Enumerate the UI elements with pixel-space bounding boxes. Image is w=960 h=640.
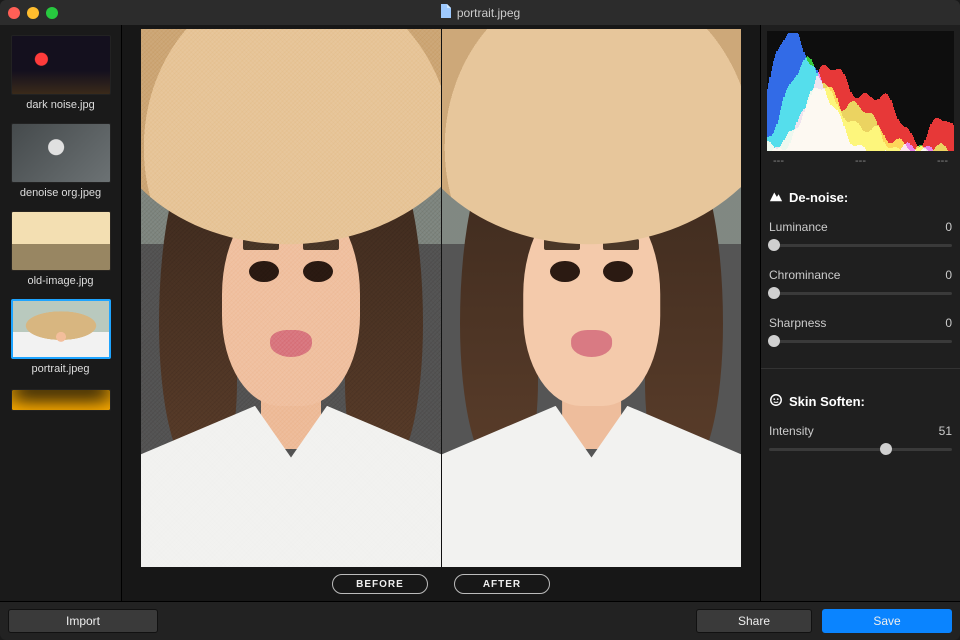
thumb-extra[interactable] [8,389,113,411]
luminance-value: 0 [945,220,952,234]
stat-c: --- [937,155,948,167]
thumb-image [11,123,111,183]
zoom-window-button[interactable] [46,7,58,19]
share-button[interactable]: Share [696,609,812,633]
intensity-param: Intensity 51 [769,424,952,456]
sharpness-label: Sharpness [769,316,826,330]
preview-wrap [122,25,760,567]
after-button[interactable]: AFTER [454,574,550,594]
luminance-label: Luminance [769,220,828,234]
thumb-label: denoise org.jpeg [20,187,101,199]
app-window: portrait.jpeg dark noise.jpg denoise org… [0,0,960,640]
close-window-button[interactable] [8,7,20,19]
thumb-label: old-image.jpg [27,275,93,287]
sharpness-slider[interactable] [769,334,952,348]
intensity-label: Intensity [769,424,814,438]
before-button[interactable]: BEFORE [332,574,428,594]
thumb-image [11,211,111,271]
before-after-pair[interactable] [141,29,741,567]
face-icon [769,393,783,410]
controls-panel: --- --- --- De-noise: Luminance 0 [760,25,960,601]
thumb-denoise-org[interactable]: denoise org.jpeg [8,123,113,199]
histogram[interactable] [767,31,954,151]
mountain-icon [769,189,783,206]
save-button[interactable]: Save [822,609,952,633]
traffic-lights [8,7,58,19]
bottom-bar: Import Share Save [0,601,960,640]
thumb-image [11,389,111,411]
thumb-label: dark noise.jpg [26,99,95,111]
skin-heading: Skin Soften: [769,393,954,410]
window-title: portrait.jpeg [457,6,520,20]
luminance-slider[interactable] [769,238,952,252]
titlebar: portrait.jpeg [0,0,960,25]
thumb-old-image[interactable]: old-image.jpg [8,211,113,287]
thumb-label: portrait.jpeg [31,363,89,375]
luminance-param: Luminance 0 [769,220,952,252]
thumb-image [11,299,111,359]
minimize-window-button[interactable] [27,7,39,19]
sharpness-value: 0 [945,316,952,330]
preview-before [141,29,441,567]
preview-after [441,29,741,567]
panel-divider [761,368,960,369]
stat-b: --- [855,155,866,167]
file-icon [440,4,452,21]
thumb-portrait[interactable]: portrait.jpeg [8,299,113,375]
intensity-value: 51 [939,424,952,438]
import-button[interactable]: Import [8,609,158,633]
preview-area: BEFORE AFTER [122,25,760,601]
histogram-stats: --- --- --- [767,151,954,175]
before-after-row: BEFORE AFTER [122,567,760,601]
stat-a: --- [773,155,784,167]
chrominance-param: Chrominance 0 [769,268,952,300]
chrominance-label: Chrominance [769,268,840,282]
intensity-slider[interactable] [769,442,952,456]
thumb-dark-noise[interactable]: dark noise.jpg [8,35,113,111]
chrominance-value: 0 [945,268,952,282]
thumbnail-sidebar: dark noise.jpg denoise org.jpeg old-imag… [0,25,122,601]
denoise-heading: De-noise: [769,189,954,206]
main-content: dark noise.jpg denoise org.jpeg old-imag… [0,25,960,601]
sharpness-param: Sharpness 0 [769,316,952,348]
thumb-image [11,35,111,95]
chrominance-slider[interactable] [769,286,952,300]
